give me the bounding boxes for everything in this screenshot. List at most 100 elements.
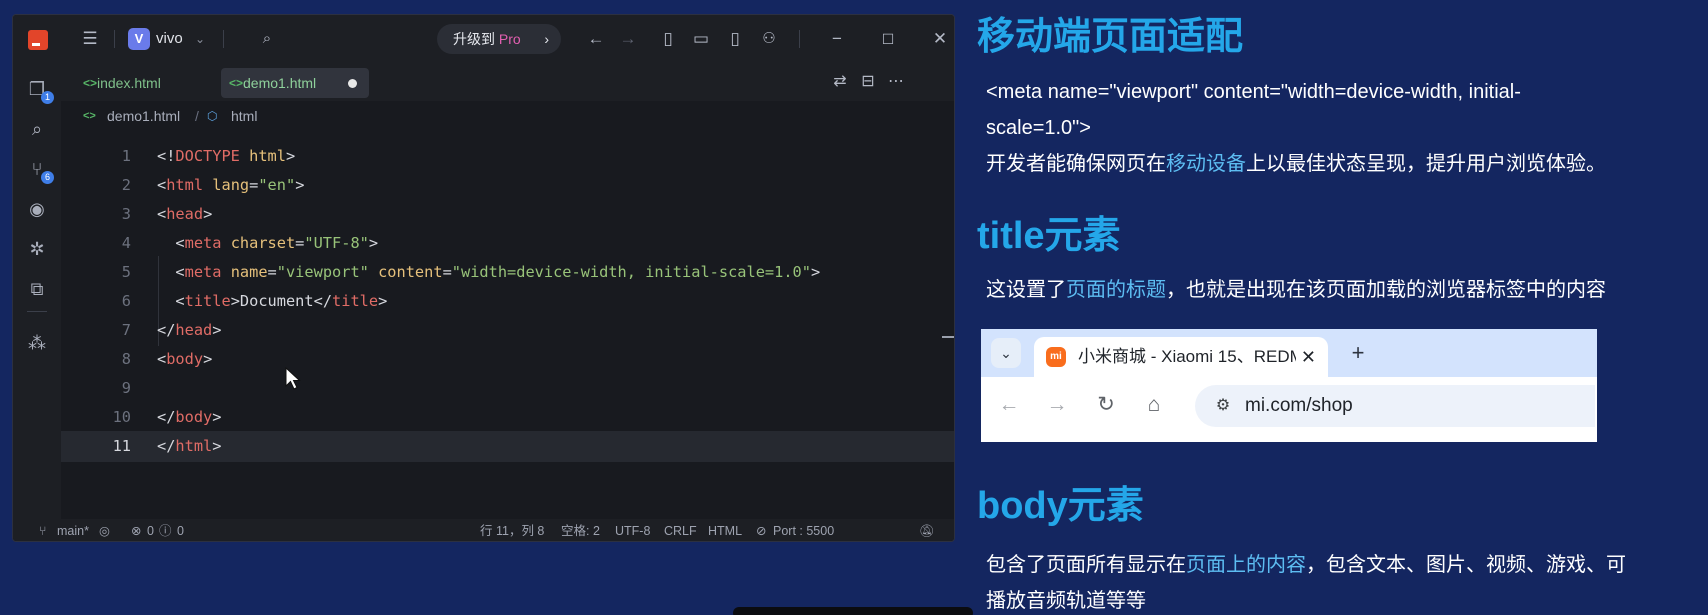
line-number: 1 <box>121 147 131 165</box>
line-number: 6 <box>121 292 131 310</box>
language-mode[interactable]: HTML <box>708 519 742 541</box>
viewport-meta-line-1: <meta name="viewport" content="width=dev… <box>986 81 1521 103</box>
code-line: 5 <meta name="viewport" content="width=d… <box>61 257 954 288</box>
cursor-position[interactable]: 行 11，列 8 <box>480 519 544 541</box>
menu-icon[interactable]: ☰ <box>78 27 102 51</box>
breadcrumb: <> demo1.html / ⬡ html <box>61 101 954 131</box>
port-icon[interactable]: ⊘ <box>756 519 766 541</box>
project-name[interactable]: vivo <box>156 29 183 49</box>
close-icon[interactable]: ✕ <box>1301 337 1316 377</box>
split-editor-icon[interactable]: ⊟ <box>857 71 879 93</box>
forward-arrow-icon[interactable]: → <box>616 27 640 51</box>
chevron-down-icon[interactable]: ⌄ <box>991 338 1021 368</box>
code-line: 2 <html lang="en"> <box>61 170 954 201</box>
warning-icon[interactable]: ⓘ <box>159 519 172 541</box>
title-description: 这设置了页面的标题，也就是出现在该页面加载的浏览器标签中的内容 <box>986 272 1676 308</box>
heading-body-element: body元素 <box>977 485 1144 527</box>
source-control-badge: 6 <box>41 171 54 184</box>
code-text: <meta name="viewport" content="width=dev… <box>175 263 821 281</box>
account-icon[interactable]: ⚇ <box>757 27 781 51</box>
error-count[interactable]: 0 <box>147 519 154 541</box>
toggle-sidebar-icon[interactable]: ▯ <box>656 27 680 51</box>
mi-favicon-icon: mi <box>1046 347 1066 367</box>
live-server-port[interactable]: Port : 5500 <box>773 519 834 541</box>
close-icon[interactable]: ✕ <box>928 27 952 51</box>
indentation[interactable]: 空格: 2 <box>561 519 600 541</box>
line-number: 3 <box>121 205 131 223</box>
highlight-text: 页面上的内容 <box>1186 554 1306 576</box>
branch-icon[interactable]: ⑂ <box>39 519 47 541</box>
code-text: <html lang="en"> <box>157 176 305 194</box>
line-number: 8 <box>121 350 131 368</box>
code-text: </body> <box>157 408 222 426</box>
text: 开发者能确保网页在 <box>986 153 1166 175</box>
notifications-off-icon[interactable]: 🔕︎ <box>919 519 935 541</box>
compare-changes-icon[interactable]: ⇄ <box>829 71 851 93</box>
chevron-down-icon[interactable]: ⌄ <box>195 28 205 50</box>
project-avatar[interactable]: V <box>128 28 150 50</box>
code-text: <title>Document</title> <box>175 292 388 310</box>
address-bar[interactable]: ⚙ mi.com/shop <box>1195 385 1595 427</box>
minimize-icon[interactable]: − <box>825 27 849 51</box>
warning-count[interactable]: 0 <box>177 519 184 541</box>
back-arrow-icon[interactable]: ← <box>584 27 608 51</box>
branch-name[interactable]: main* <box>57 519 89 541</box>
unsaved-dot-icon[interactable] <box>348 79 357 88</box>
browser-screenshot: ⌄ mi 小米商城 - Xiaomi 15、REDMI ✕ + ← → ↻ ⌂ … <box>981 329 1597 442</box>
upgrade-pro-button[interactable]: 升级到 Pro › <box>437 24 561 54</box>
code-line-current: 11 </html> <box>61 431 954 462</box>
line-number: 5 <box>121 263 131 281</box>
divider <box>799 30 800 48</box>
url-text: mi.com/shop <box>1245 395 1353 416</box>
forward-arrow-icon[interactable]: → <box>1039 387 1075 423</box>
extensions-icon[interactable]: ⁂ <box>25 331 49 355</box>
heading-mobile-adaptation: 移动端页面适配 <box>977 16 1244 58</box>
code-line: 10 </body> <box>61 402 954 433</box>
back-arrow-icon[interactable]: ← <box>991 387 1027 423</box>
search-icon[interactable]: ⌕ <box>25 117 49 141</box>
breadcrumb-node[interactable]: html <box>231 101 257 131</box>
tab-demo1-html[interactable]: <> demo1.html <box>221 68 369 98</box>
app-logo-icon <box>28 30 48 50</box>
toggle-secondary-sidebar-icon[interactable]: ▯ <box>723 27 747 51</box>
encoding[interactable]: UTF-8 <box>615 519 650 541</box>
browser-tab[interactable]: mi 小米商城 - Xiaomi 15、REDMI ✕ <box>1034 337 1328 377</box>
maximize-icon[interactable]: ☐ <box>876 27 900 51</box>
tab-index-html[interactable]: <> index.html <box>75 68 211 98</box>
error-icon[interactable]: ⊗ <box>131 519 141 541</box>
text: 这设置了 <box>986 279 1066 301</box>
search-icon[interactable]: ⌕ <box>255 27 279 51</box>
video-control-bar <box>733 607 973 615</box>
code-text: <meta charset="UTF-8"> <box>175 234 379 252</box>
breadcrumb-file[interactable]: demo1.html <box>107 101 180 131</box>
new-tab-icon[interactable]: + <box>1343 338 1373 368</box>
explorer-badge: 1 <box>41 91 54 104</box>
pro-label: Pro <box>498 31 521 47</box>
more-actions-icon[interactable]: ⋯ <box>885 71 907 93</box>
scrollbar-marker[interactable] <box>942 336 954 338</box>
html-file-icon: <> <box>83 76 98 90</box>
line-number: 7 <box>121 321 131 339</box>
activity-bar: ❐ 1 ⌕ ⑂ 6 ◉ ✲ ⧉ ⁂ <box>13 63 61 519</box>
line-number: 11 <box>112 437 131 455</box>
sync-icon[interactable]: ◎ <box>99 519 110 541</box>
live-preview-icon[interactable]: ◉ <box>25 197 49 221</box>
site-settings-icon[interactable]: ⚙ <box>1211 394 1235 418</box>
toggle-panel-icon[interactable]: ▭ <box>689 27 713 51</box>
viewport-meta-line-2: scale=1.0"> <box>986 117 1091 139</box>
text: 包含了页面所有显示在 <box>986 554 1186 576</box>
element-icon: ⬡ <box>207 109 218 123</box>
remote-explorer-icon[interactable]: ⧉ <box>25 277 49 301</box>
code-editor[interactable]: 1 <!DOCTYPE html> 2 <html lang="en"> 3 <hea… <box>61 131 954 519</box>
debug-icon[interactable]: ✲ <box>25 237 49 261</box>
code-text: <body> <box>157 350 213 368</box>
home-icon[interactable]: ⌂ <box>1136 387 1172 423</box>
line-ending[interactable]: CRLF <box>664 519 697 541</box>
viewport-meta-text: <meta name="viewport" content="width=dev… <box>986 74 1676 182</box>
heading-title-element: title元素 <box>977 215 1121 257</box>
tab-label: demo1.html <box>243 75 317 91</box>
body-description: 包含了页面所有显示在页面上的内容，包含文本、图片、视频、游戏、可 播放音频轨道等… <box>986 547 1676 615</box>
reload-icon[interactable]: ↻ <box>1088 387 1124 423</box>
code-line: 6 <title>Document</title> <box>61 286 954 317</box>
viewport-description: 开发者能确保网页在移动设备上以最佳状态呈现，提升用户浏览体验。 <box>986 146 1676 182</box>
